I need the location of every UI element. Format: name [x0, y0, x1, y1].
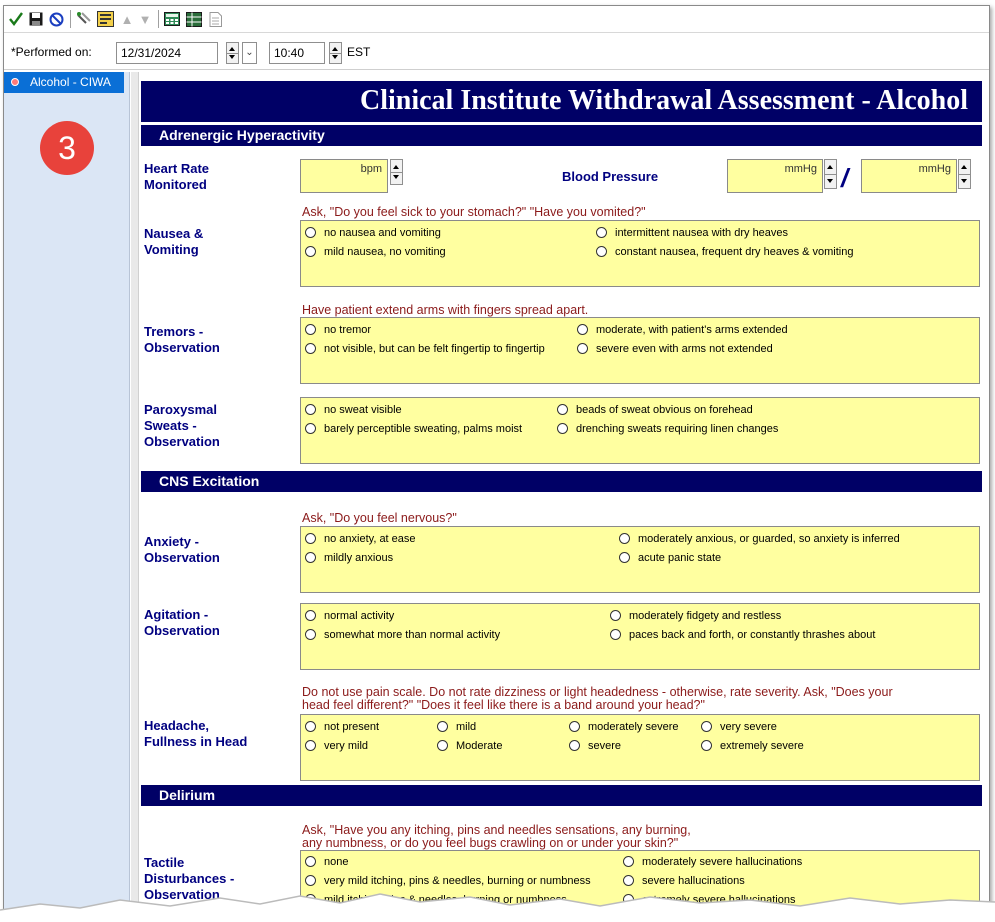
- sidebar: Alcohol - CIWA 3: [4, 72, 130, 921]
- form-title: Clinical Institute Withdrawal Assessment…: [141, 81, 982, 122]
- date-spinner[interactable]: [226, 42, 239, 64]
- performed-on-bar: *Performed on: ⌄ EST: [4, 36, 989, 70]
- ciwa-window: ▲ ▼ *Performed on: ⌄ EST Alcohol - CIWA …: [3, 5, 990, 922]
- sweats-options: no sweat visible beads of sweat obvious …: [300, 397, 980, 464]
- section-delirium: Delirium: [141, 785, 982, 806]
- calculator-icon[interactable]: [164, 10, 180, 28]
- headache-instruction: Do not use pain scale. Do not rate dizzi…: [302, 685, 893, 712]
- tactile-instruction: Ask, "Have you any itching, pins and nee…: [302, 823, 691, 850]
- blood-pressure-label: Blood Pressure: [562, 169, 659, 184]
- torn-edge: [0, 893, 995, 922]
- bp-diastolic-spinner[interactable]: [958, 159, 971, 189]
- form-icon[interactable]: [96, 10, 114, 28]
- nausea-instruction: Ask, "Do you feel sick to your stomach?"…: [302, 205, 646, 219]
- table-icon[interactable]: [186, 10, 202, 28]
- time-spinner[interactable]: [329, 42, 342, 64]
- document-icon[interactable]: [208, 10, 222, 28]
- performed-time-input[interactable]: [269, 42, 325, 64]
- scrollbar[interactable]: [131, 72, 139, 921]
- heart-rate-label: Heart Rate Monitored: [144, 161, 210, 192]
- section-adrenergic: Adrenergic Hyperactivity: [141, 125, 982, 146]
- date-dropdown-button[interactable]: ⌄: [242, 42, 257, 64]
- anxiety-instruction: Ask, "Do you feel nervous?": [302, 511, 457, 525]
- agitation-label: Agitation - Observation: [144, 607, 220, 638]
- headache-label: Headache, Fullness in Head: [144, 718, 248, 749]
- headache-options: not present mild moderately severe very …: [300, 714, 980, 781]
- toolbar: ▲ ▼: [4, 6, 989, 33]
- sidebar-item-label: Alcohol - CIWA: [30, 75, 111, 89]
- heart-rate-input[interactable]: bpm: [300, 159, 388, 193]
- status-dot-icon: [11, 78, 19, 86]
- bp-separator: /: [841, 163, 849, 193]
- arrow-up-icon[interactable]: ▲: [120, 10, 134, 28]
- bp-systolic-spinner[interactable]: [824, 159, 837, 189]
- check-icon[interactable]: [8, 10, 24, 28]
- heart-rate-spinner[interactable]: [390, 159, 403, 185]
- timezone-label: EST: [347, 45, 371, 59]
- tremors-label: Tremors - Observation: [144, 324, 220, 355]
- section-cns-excitation: CNS Excitation: [141, 471, 982, 492]
- performed-date-input[interactable]: [116, 42, 218, 64]
- anxiety-label: Anxiety - Observation: [144, 534, 220, 565]
- performed-on-label: *Performed on:: [11, 45, 92, 59]
- tremors-instruction: Have patient extend arms with fingers sp…: [302, 303, 589, 317]
- tremors-options: no tremor moderate, with patient's arms …: [300, 317, 980, 384]
- sidebar-item-alcohol-ciwa[interactable]: Alcohol - CIWA: [4, 72, 124, 93]
- save-icon[interactable]: [28, 10, 44, 28]
- nausea-options: no nausea and vomiting intermittent naus…: [300, 220, 980, 287]
- tools-icon[interactable]: [76, 10, 92, 28]
- anxiety-options: no anxiety, at ease moderately anxious, …: [300, 526, 980, 593]
- arrow-down-icon[interactable]: ▼: [138, 10, 152, 28]
- nausea-label: Nausea & Vomiting: [144, 226, 204, 257]
- bp-diastolic-input[interactable]: mmHg: [861, 159, 957, 193]
- step-badge: 3: [40, 121, 94, 175]
- agitation-options: normal activity moderately fidgety and r…: [300, 603, 980, 670]
- bp-systolic-input[interactable]: mmHg: [727, 159, 823, 193]
- sweats-label: Paroxysmal Sweats - Observation: [144, 402, 220, 449]
- cancel-icon[interactable]: [48, 10, 64, 28]
